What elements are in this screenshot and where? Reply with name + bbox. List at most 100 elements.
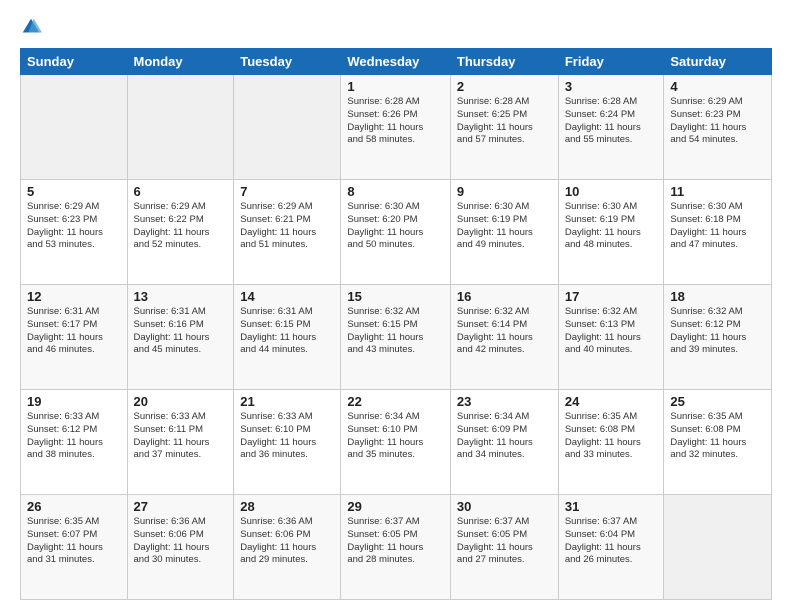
calendar-cell: 3 Sunrise: 6:28 AM Sunset: 6:24 PM Daylig… [558, 75, 664, 180]
calendar-cell: 6Sunrise: 6:29 AM Sunset: 6:22 PM Daylig… [127, 180, 234, 285]
calendar-cell [664, 495, 772, 600]
day-number: 2 [457, 79, 552, 94]
day-info: Sunrise: 6:32 AM Sunset: 6:13 PM Dayligh… [565, 306, 658, 357]
calendar-cell: 26 Sunrise: 6:35 AM Sunset: 6:07 PM Dayli… [21, 495, 128, 600]
calendar-cell: 25 Sunrise: 6:35 AM Sunset: 6:08 PM Dayli… [664, 390, 772, 495]
calendar-week-row: 19 Sunrise: 6:33 AM Sunset: 6:12 PM Dayli… [21, 390, 772, 495]
calendar-cell: 16Sunrise: 6:32 AM Sunset: 6:14 PM Dayli… [450, 285, 558, 390]
day-info: Sunrise: 6:33 AM Sunset: 6:12 PM Dayligh… [27, 411, 121, 462]
day-info: Sunrise: 6:29 AM Sunset: 6:23 PM Dayligh… [670, 96, 765, 147]
calendar-cell: 14 Sunrise: 6:31 AM Sunset: 6:15 PM Dayli… [234, 285, 341, 390]
calendar-week-row: 5Sunrise: 6:29 AM Sunset: 6:23 PM Daylig… [21, 180, 772, 285]
day-number: 14 [240, 289, 334, 304]
day-number: 18 [670, 289, 765, 304]
day-number: 15 [347, 289, 444, 304]
day-number: 12 [27, 289, 121, 304]
day-info: Sunrise: 6:30 AM Sunset: 6:19 PM Dayligh… [457, 201, 552, 252]
header [20, 16, 772, 38]
day-number: 20 [134, 394, 228, 409]
day-info: Sunrise: 6:29 AM Sunset: 6:21 PM Dayligh… [240, 201, 334, 252]
calendar-cell: 31 Sunrise: 6:37 AM Sunset: 6:04 PM Dayli… [558, 495, 664, 600]
day-number: 9 [457, 184, 552, 199]
calendar-cell [234, 75, 341, 180]
day-info: Sunrise: 6:28 AM Sunset: 6:24 PM Dayligh… [565, 96, 658, 147]
calendar-cell: 23Sunrise: 6:34 AM Sunset: 6:09 PM Dayli… [450, 390, 558, 495]
page: SundayMondayTuesdayWednesdayThursdayFrid… [0, 0, 792, 612]
logo [20, 16, 46, 38]
calendar-cell [127, 75, 234, 180]
day-info: Sunrise: 6:32 AM Sunset: 6:12 PM Dayligh… [670, 306, 765, 357]
calendar-cell: 11 Sunrise: 6:30 AM Sunset: 6:18 PM Dayli… [664, 180, 772, 285]
day-number: 11 [670, 184, 765, 199]
day-info: Sunrise: 6:37 AM Sunset: 6:05 PM Dayligh… [347, 516, 444, 567]
calendar-cell [21, 75, 128, 180]
day-number: 25 [670, 394, 765, 409]
day-info: Sunrise: 6:30 AM Sunset: 6:18 PM Dayligh… [670, 201, 765, 252]
day-number: 7 [240, 184, 334, 199]
calendar-cell: 21 Sunrise: 6:33 AM Sunset: 6:10 PM Dayli… [234, 390, 341, 495]
day-number: 5 [27, 184, 121, 199]
day-info: Sunrise: 6:30 AM Sunset: 6:20 PM Dayligh… [347, 201, 444, 252]
calendar-cell: 24 Sunrise: 6:35 AM Sunset: 6:08 PM Dayli… [558, 390, 664, 495]
calendar-cell: 22Sunrise: 6:34 AM Sunset: 6:10 PM Dayli… [341, 390, 451, 495]
day-number: 4 [670, 79, 765, 94]
day-info: Sunrise: 6:34 AM Sunset: 6:10 PM Dayligh… [347, 411, 444, 462]
day-number: 29 [347, 499, 444, 514]
calendar-cell: 4 Sunrise: 6:29 AM Sunset: 6:23 PM Daylig… [664, 75, 772, 180]
calendar-cell: 12Sunrise: 6:31 AM Sunset: 6:17 PM Dayli… [21, 285, 128, 390]
calendar-week-row: 12Sunrise: 6:31 AM Sunset: 6:17 PM Dayli… [21, 285, 772, 390]
calendar-cell: 20 Sunrise: 6:33 AM Sunset: 6:11 PM Dayli… [127, 390, 234, 495]
day-number: 28 [240, 499, 334, 514]
calendar-table: SundayMondayTuesdayWednesdayThursdayFrid… [20, 48, 772, 600]
day-info: Sunrise: 6:36 AM Sunset: 6:06 PM Dayligh… [240, 516, 334, 567]
calendar-cell: 8Sunrise: 6:30 AM Sunset: 6:20 PM Daylig… [341, 180, 451, 285]
calendar-cell: 5Sunrise: 6:29 AM Sunset: 6:23 PM Daylig… [21, 180, 128, 285]
calendar-cell: 7 Sunrise: 6:29 AM Sunset: 6:21 PM Daylig… [234, 180, 341, 285]
day-number: 3 [565, 79, 658, 94]
day-info: Sunrise: 6:28 AM Sunset: 6:25 PM Dayligh… [457, 96, 552, 147]
day-of-week-header: Tuesday [234, 49, 341, 75]
calendar-cell: 17 Sunrise: 6:32 AM Sunset: 6:13 PM Dayli… [558, 285, 664, 390]
day-of-week-header: Monday [127, 49, 234, 75]
day-number: 24 [565, 394, 658, 409]
calendar-header-row: SundayMondayTuesdayWednesdayThursdayFrid… [21, 49, 772, 75]
day-number: 26 [27, 499, 121, 514]
calendar-week-row: 1Sunrise: 6:28 AM Sunset: 6:26 PM Daylig… [21, 75, 772, 180]
day-info: Sunrise: 6:37 AM Sunset: 6:04 PM Dayligh… [565, 516, 658, 567]
day-number: 23 [457, 394, 552, 409]
day-info: Sunrise: 6:36 AM Sunset: 6:06 PM Dayligh… [134, 516, 228, 567]
calendar-cell: 10 Sunrise: 6:30 AM Sunset: 6:19 PM Dayli… [558, 180, 664, 285]
calendar-cell: 18 Sunrise: 6:32 AM Sunset: 6:12 PM Dayli… [664, 285, 772, 390]
calendar-cell: 30 Sunrise: 6:37 AM Sunset: 6:05 PM Dayli… [450, 495, 558, 600]
calendar-cell: 19 Sunrise: 6:33 AM Sunset: 6:12 PM Dayli… [21, 390, 128, 495]
day-number: 16 [457, 289, 552, 304]
day-info: Sunrise: 6:33 AM Sunset: 6:10 PM Dayligh… [240, 411, 334, 462]
day-number: 21 [240, 394, 334, 409]
day-number: 13 [134, 289, 228, 304]
day-number: 17 [565, 289, 658, 304]
day-of-week-header: Saturday [664, 49, 772, 75]
day-info: Sunrise: 6:30 AM Sunset: 6:19 PM Dayligh… [565, 201, 658, 252]
calendar-cell: 15Sunrise: 6:32 AM Sunset: 6:15 PM Dayli… [341, 285, 451, 390]
day-info: Sunrise: 6:33 AM Sunset: 6:11 PM Dayligh… [134, 411, 228, 462]
day-info: Sunrise: 6:37 AM Sunset: 6:05 PM Dayligh… [457, 516, 552, 567]
calendar-cell: 13 Sunrise: 6:31 AM Sunset: 6:16 PM Dayli… [127, 285, 234, 390]
day-number: 6 [134, 184, 228, 199]
day-info: Sunrise: 6:35 AM Sunset: 6:08 PM Dayligh… [670, 411, 765, 462]
calendar-cell: 1Sunrise: 6:28 AM Sunset: 6:26 PM Daylig… [341, 75, 451, 180]
day-of-week-header: Friday [558, 49, 664, 75]
calendar-cell: 29 Sunrise: 6:37 AM Sunset: 6:05 PM Dayli… [341, 495, 451, 600]
calendar-cell: 27 Sunrise: 6:36 AM Sunset: 6:06 PM Dayli… [127, 495, 234, 600]
day-of-week-header: Sunday [21, 49, 128, 75]
day-of-week-header: Thursday [450, 49, 558, 75]
day-info: Sunrise: 6:35 AM Sunset: 6:07 PM Dayligh… [27, 516, 121, 567]
day-number: 30 [457, 499, 552, 514]
day-of-week-header: Wednesday [341, 49, 451, 75]
day-info: Sunrise: 6:35 AM Sunset: 6:08 PM Dayligh… [565, 411, 658, 462]
day-info: Sunrise: 6:31 AM Sunset: 6:15 PM Dayligh… [240, 306, 334, 357]
day-number: 31 [565, 499, 658, 514]
day-number: 19 [27, 394, 121, 409]
day-number: 27 [134, 499, 228, 514]
day-number: 10 [565, 184, 658, 199]
day-info: Sunrise: 6:31 AM Sunset: 6:16 PM Dayligh… [134, 306, 228, 357]
